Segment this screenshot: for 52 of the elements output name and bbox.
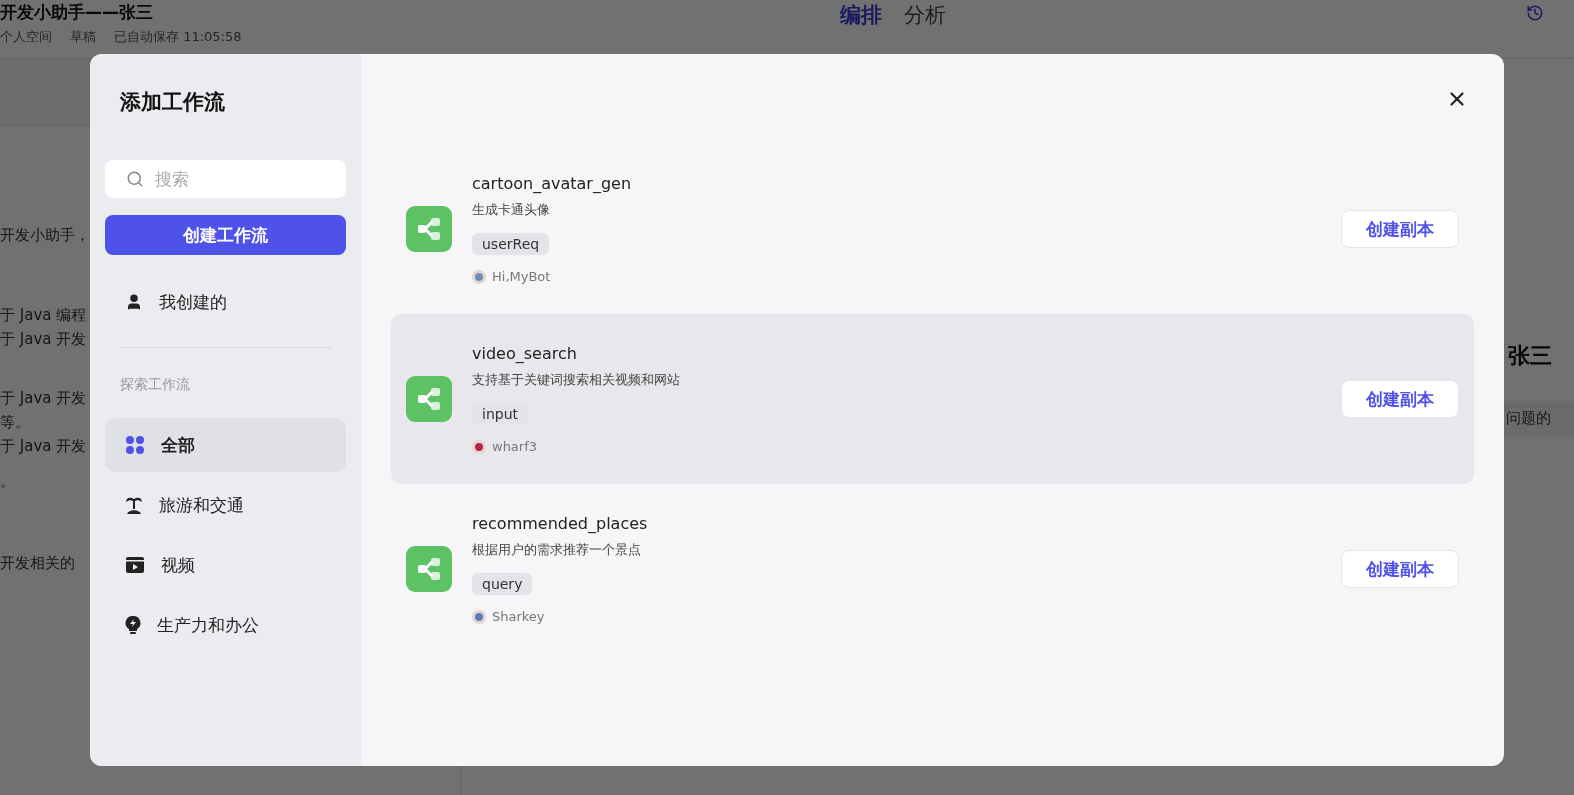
video-icon [125, 556, 145, 574]
palm-tree-icon [125, 495, 143, 515]
search-field[interactable]: 搜索 [105, 160, 346, 198]
category-item[interactable]: 旅游和交通 [105, 478, 346, 532]
author-name: Sharkey [492, 609, 545, 624]
lightbulb-icon [125, 615, 141, 635]
avatar-icon [472, 609, 486, 624]
prompt-text: 于 Java 开发 [0, 330, 87, 348]
workflow-description: 支持基于关键词搜索相关视频和网站 [472, 371, 681, 389]
space-label: 个人空间 [0, 28, 52, 46]
bot-name: 张三 [1507, 342, 1553, 370]
workflow-name: cartoon_avatar_gen [472, 174, 633, 193]
prompt-text: 开发小助手， [0, 226, 90, 244]
duplicate-button[interactable]: 创建副本 [1341, 210, 1459, 248]
dialog-title: 添加工作流 [119, 89, 226, 116]
section-heading: 探索工作流 [119, 376, 191, 394]
author-name: wharf3 [492, 439, 538, 454]
user-icon [125, 293, 143, 311]
workflow-row[interactable]: video_search 支持基于关键词搜索相关视频和网站 input wharf3 创建副本 [391, 314, 1474, 484]
prompt-text: 于 Java 开发 [0, 389, 87, 407]
prompt-text: 等。 [0, 413, 30, 431]
bot-description: 问题的 [1504, 401, 1574, 436]
parameter-tag: userReq [472, 233, 550, 255]
nav-item[interactable]: 我创建的 [105, 275, 346, 329]
workflow-icon [406, 206, 452, 252]
prompt-text: 于 Java 开发 [0, 437, 87, 455]
prompt-text: 。 [0, 472, 15, 490]
workflow-description: 根据用户的需求推荐一个景点 [472, 541, 642, 559]
category-item[interactable]: 全部 [105, 418, 346, 472]
grid-icon [125, 435, 145, 455]
workflow-icon [406, 376, 452, 422]
parameter-tag: query [472, 573, 533, 595]
workflow-description: 生成卡通头像 [472, 201, 551, 219]
parameter-tag: input [472, 403, 528, 425]
create-workflow-button[interactable]: 创建工作流 [105, 215, 346, 255]
autosave-text: 已自动保存 11:05:58 [114, 28, 242, 46]
workflow-name: recommended_places [472, 514, 649, 533]
status-label: 草稿 [70, 28, 96, 46]
category-item[interactable]: 生产力和办公 [105, 598, 346, 652]
history-icon[interactable] [1526, 4, 1544, 22]
prompt-text: 于 Java 编程 [0, 306, 87, 324]
page-title: 开发小助手——张三 [0, 1, 154, 24]
category-item[interactable]: 视频 [105, 538, 346, 592]
search-icon [126, 170, 144, 188]
avatar-icon [472, 439, 486, 454]
author-name: Hi,MyBot [492, 269, 551, 284]
avatar-icon [472, 269, 486, 284]
duplicate-button[interactable]: 创建副本 [1341, 380, 1459, 418]
workflow-name: video_search [472, 344, 578, 363]
prompt-text: 开发相关的 [0, 554, 75, 572]
workflow-icon [406, 546, 452, 592]
duplicate-button[interactable]: 创建副本 [1341, 550, 1459, 588]
